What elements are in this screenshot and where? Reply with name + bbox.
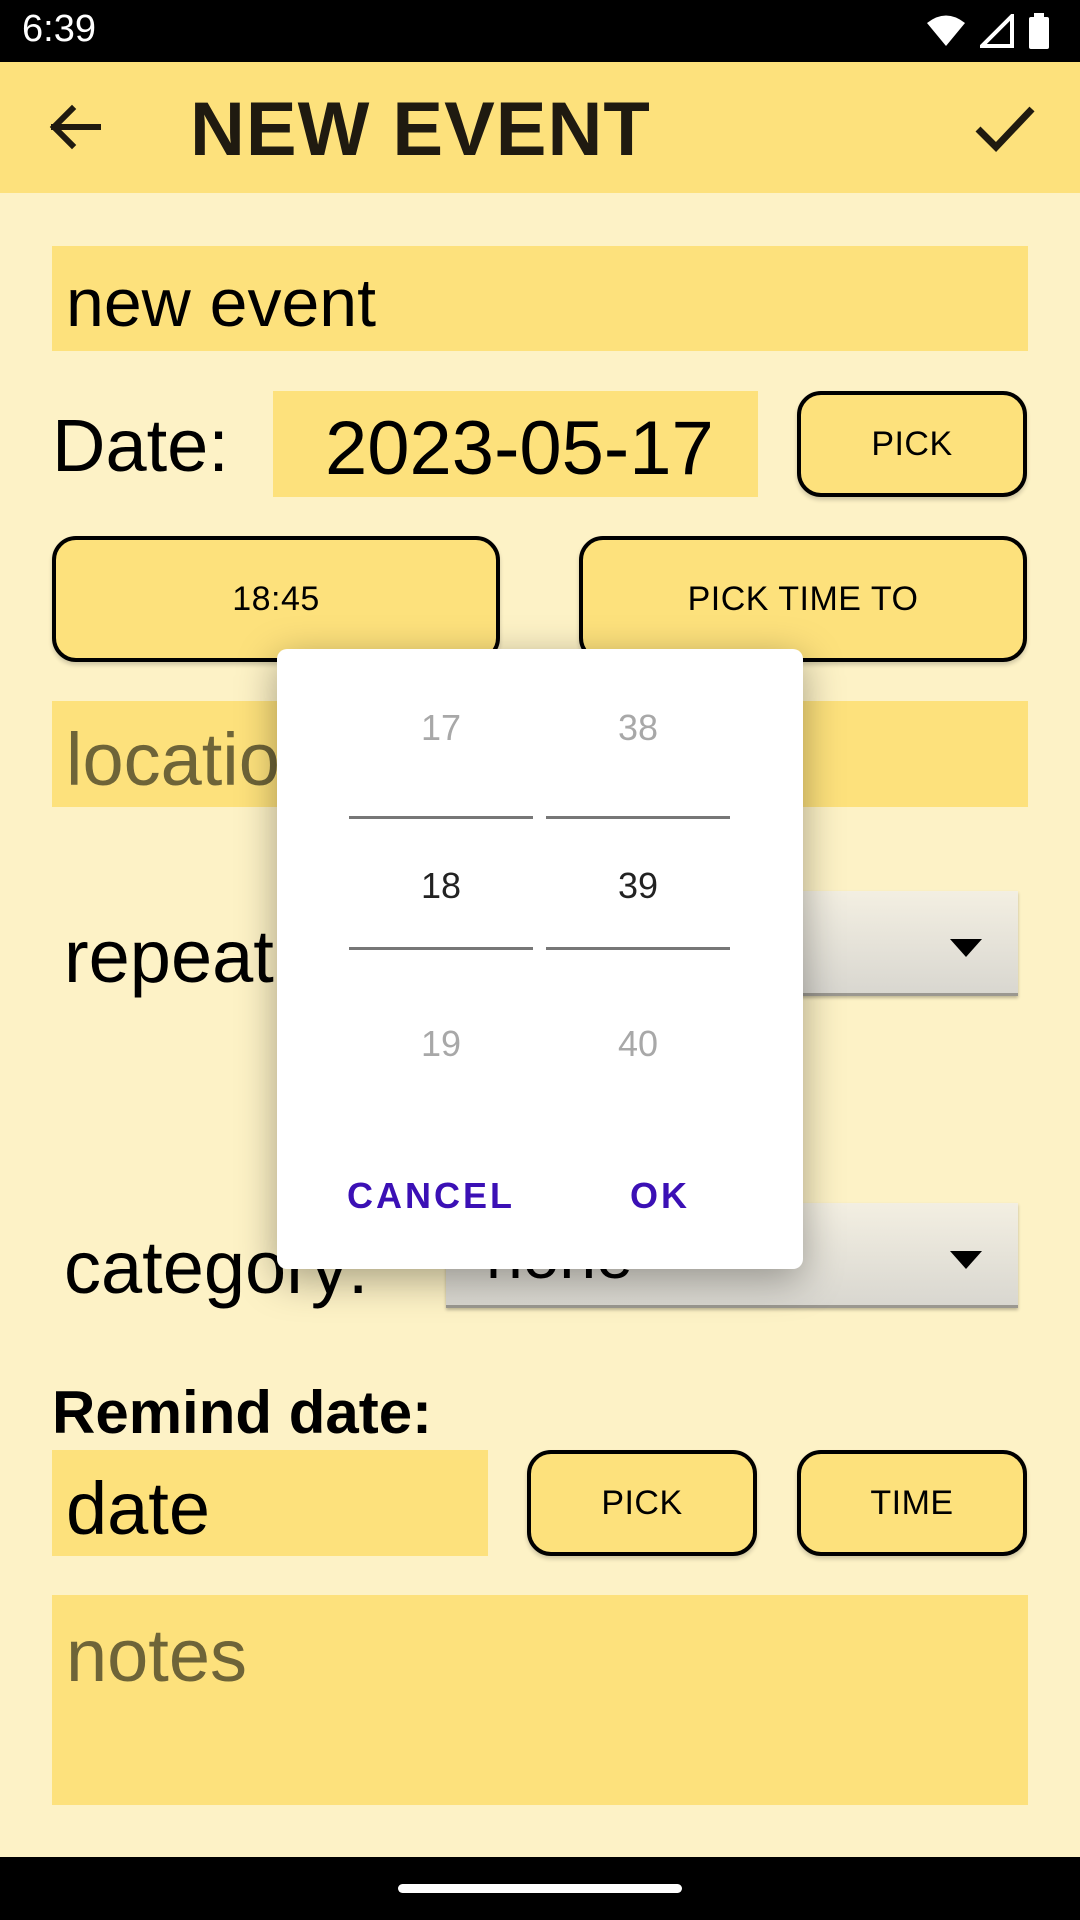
minute-prev[interactable]: 38 [546, 707, 730, 749]
pick-date-button[interactable]: PICK [797, 391, 1027, 497]
status-time: 6:39 [22, 8, 96, 50]
ok-button[interactable]: OK [630, 1175, 690, 1217]
hour-selected[interactable]: 18 [349, 865, 533, 907]
status-bar [0, 0, 1080, 62]
checkmark-icon[interactable] [970, 97, 1040, 157]
remind-time-button[interactable]: TIME [797, 1450, 1027, 1556]
back-arrow-icon[interactable] [40, 97, 108, 157]
notes-input[interactable]: notes [52, 1595, 1028, 1805]
status-icons [926, 12, 1050, 50]
pick-time-to-button[interactable]: PICK TIME TO [579, 536, 1027, 662]
page-title: NEW EVENT [190, 87, 651, 172]
remind-date-field[interactable]: date [52, 1450, 488, 1556]
dropdown-arrow-icon [950, 1251, 982, 1269]
minute-next[interactable]: 40 [546, 1023, 730, 1065]
app-bar: NEW EVENT [0, 62, 1080, 193]
time-from-button[interactable]: 18:45 [52, 536, 500, 662]
battery-icon [1029, 13, 1049, 49]
minute-divider-bottom [546, 947, 730, 950]
cancel-button[interactable]: CANCEL [347, 1175, 515, 1217]
date-field[interactable]: 2023-05-17 [273, 391, 758, 497]
repeat-label: repeat: [64, 915, 295, 998]
remind-pick-button[interactable]: PICK [527, 1450, 757, 1556]
remind-date-value: date [66, 1467, 211, 1550]
dropdown-arrow-icon [950, 939, 982, 957]
signal-icon [980, 14, 1014, 48]
event-title-value: new event [66, 265, 376, 341]
time-picker-dialog: 17 18 19 38 39 40 CANCEL OK [277, 649, 803, 1269]
home-handle[interactable] [398, 1884, 682, 1893]
hour-divider-top [349, 816, 533, 819]
remind-date-label: Remind date: [52, 1379, 433, 1446]
hour-next[interactable]: 19 [349, 1023, 533, 1065]
date-label: Date: [52, 404, 229, 487]
hour-prev[interactable]: 17 [349, 707, 533, 749]
minute-divider-top [546, 816, 730, 819]
date-value: 2023-05-17 [325, 406, 714, 491]
minute-selected[interactable]: 39 [546, 865, 730, 907]
event-title-input[interactable]: new event [52, 246, 1028, 351]
wifi-icon [927, 15, 965, 46]
hour-divider-bottom [349, 947, 533, 950]
notes-placeholder: notes [66, 1614, 248, 1697]
